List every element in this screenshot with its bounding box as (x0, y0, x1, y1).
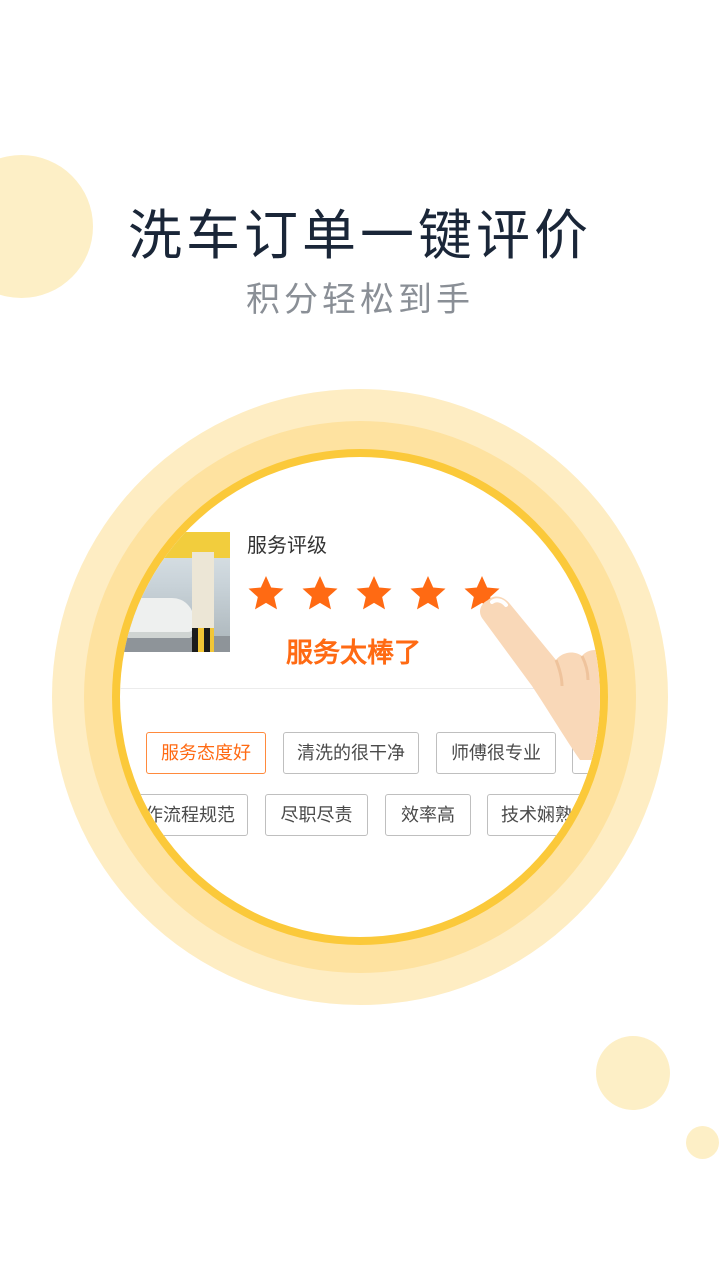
star-icon-1[interactable] (246, 573, 286, 613)
page-subtitle: 积分轻松到手 (246, 280, 474, 320)
pointing-hand-icon (480, 596, 600, 760)
star-icon-3[interactable] (354, 573, 394, 613)
rating-label: 服务评级 (247, 533, 327, 557)
tag-clean[interactable]: 清洗的很干净 (283, 732, 419, 774)
car-wash-photo (120, 532, 230, 652)
rating-result-text: 服务太棒了 (286, 638, 421, 669)
decorative-circle-bottom-right-small (686, 1126, 719, 1159)
rating-preview-card: 服务评级 服务太棒了 服务态度好 清洗的很干净 师傅很专业 作流程规范 尽职尽责… (120, 457, 600, 937)
tag-standard-process[interactable]: 作流程规范 (128, 794, 248, 836)
tag-service-attitude[interactable]: 服务态度好 (146, 732, 266, 774)
star-icon-4[interactable] (408, 573, 448, 613)
onboarding-page: 洗车订单一键评价 积分轻松到手 服务评级 服务太棒了 服务态度好 清洗的很干净 … (0, 0, 720, 1280)
star-icon-2[interactable] (300, 573, 340, 613)
star-rating[interactable] (246, 573, 502, 615)
tag-efficient[interactable]: 效率高 (385, 794, 471, 836)
decorative-circle-bottom-right-large (596, 1036, 670, 1110)
magnifier-lens: 服务评级 服务太棒了 服务态度好 清洗的很干净 师傅很专业 作流程规范 尽职尽责… (120, 457, 600, 937)
tag-dedicated[interactable]: 尽职尽责 (265, 794, 368, 836)
tag-skilled[interactable]: 技术娴熟 (487, 794, 600, 836)
car-icon (124, 598, 194, 638)
page-title: 洗车订单一键评价 (128, 204, 592, 267)
